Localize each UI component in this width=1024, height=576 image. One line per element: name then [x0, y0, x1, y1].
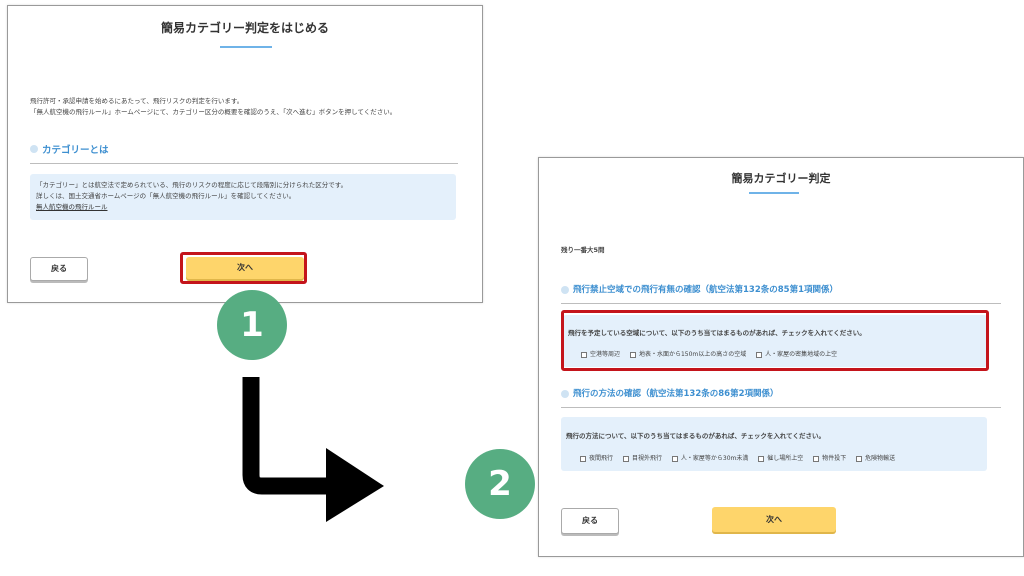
flow-arrow-icon — [242, 377, 384, 522]
